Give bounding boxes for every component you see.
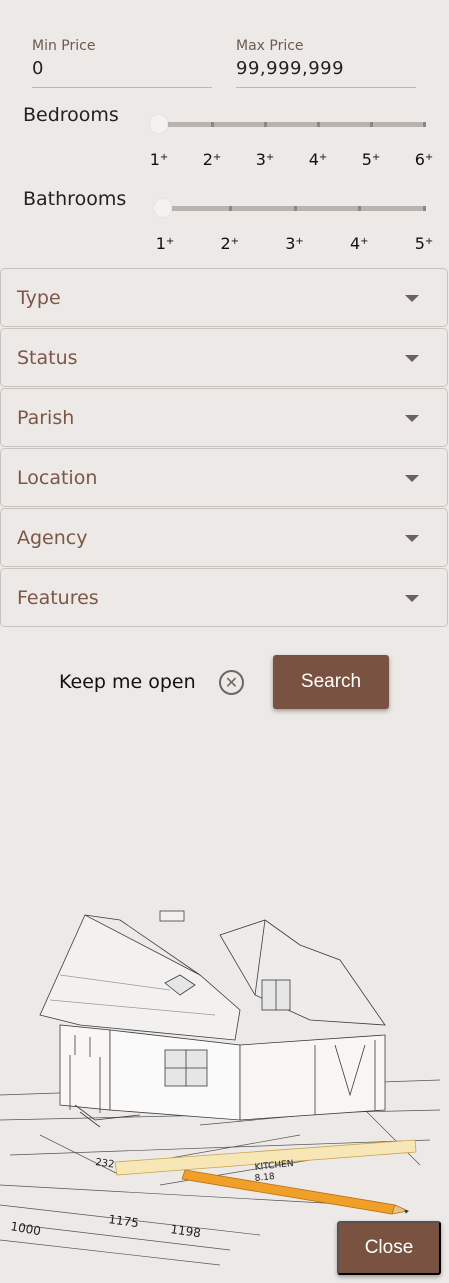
chevron-down-icon: [405, 475, 419, 482]
filter-dropdown-location[interactable]: Location: [0, 448, 448, 507]
chevron-down-icon: [405, 535, 419, 542]
filter-dropdown-label: Parish: [17, 407, 75, 429]
filter-dropdown-type[interactable]: Type: [0, 268, 448, 327]
filter-dropdown-agency[interactable]: Agency: [0, 508, 448, 567]
slider-option-label[interactable]: 5+: [415, 234, 434, 253]
slider-tick: [423, 206, 426, 211]
filter-dropdown-label: Location: [17, 467, 98, 489]
slider-option-plus: +: [265, 152, 275, 163]
filter-dropdown-status[interactable]: Status: [0, 328, 448, 387]
search-button[interactable]: Search: [273, 655, 389, 709]
slider-option-label[interactable]: 2+: [203, 150, 222, 169]
slider-option-number: 6: [414, 150, 425, 169]
slider-tick: [317, 122, 320, 127]
slider-tick: [264, 122, 267, 127]
bedrooms-slider-track[interactable]: [159, 122, 426, 127]
bedrooms-title: Bedrooms: [23, 104, 119, 126]
slider-option-label[interactable]: 6+: [415, 150, 434, 169]
bathrooms-title: Bathrooms: [23, 188, 127, 210]
slider-option-label[interactable]: 2+: [220, 234, 239, 253]
slider-option-plus: +: [371, 152, 381, 163]
plan-label-232: 232: [95, 1157, 115, 1171]
slider-option-plus: +: [424, 236, 434, 247]
slider-option-label[interactable]: 3+: [285, 234, 304, 253]
chevron-down-icon: [405, 415, 419, 422]
pencil-drawing: [181, 1169, 410, 1215]
slider-tick: [370, 122, 373, 127]
slider-option-number: 5: [414, 234, 425, 253]
filter-dropdown-label: Status: [17, 347, 78, 369]
chevron-down-icon: [405, 355, 419, 362]
slider-tick: [211, 122, 214, 127]
slider-tick: [228, 206, 232, 211]
house-drawing: [39, 910, 386, 1128]
filter-dropdown-label: Agency: [17, 527, 88, 549]
chevron-down-icon: [405, 595, 419, 602]
slider-option-plus: +: [159, 152, 169, 163]
slider-tick: [358, 206, 362, 211]
slider-option-label[interactable]: 1+: [150, 150, 169, 169]
slider-option-plus: +: [230, 236, 240, 247]
min-price-value[interactable]: 0: [32, 58, 212, 79]
slider-option-number: 5: [361, 150, 372, 169]
bathrooms-slider-block: Bathrooms 1+ 2+ 3+ 4+ 5+: [0, 184, 449, 264]
close-button[interactable]: Close: [337, 1221, 441, 1275]
min-price-label: Min Price: [32, 38, 96, 54]
max-price-field[interactable]: Max Price 99,999,999: [236, 36, 416, 88]
slider-option-label[interactable]: 3+: [256, 150, 275, 169]
bedrooms-slider-block: Bedrooms 1+ 2+ 3+ 4+ 5+ 6+: [0, 100, 449, 180]
filter-dropdown-features[interactable]: Features: [0, 568, 448, 627]
plan-label-1000: 1000: [9, 1219, 42, 1238]
slider-option-label[interactable]: 4+: [309, 150, 328, 169]
plan-label-1198: 1198: [170, 1222, 202, 1240]
filter-dropdown-parish[interactable]: Parish: [0, 388, 448, 447]
slider-option-plus: +: [295, 236, 304, 247]
slider-tick: [293, 206, 297, 211]
slider-option-plus: +: [212, 152, 222, 163]
slider-option-number: 2: [202, 150, 213, 169]
slider-option-number: 3: [285, 234, 296, 253]
max-price-value[interactable]: 99,999,999: [236, 58, 416, 79]
slider-option-label[interactable]: 1+: [156, 234, 175, 253]
bathrooms-slider-thumb[interactable]: [154, 199, 172, 217]
slider-tick: [423, 122, 426, 127]
slider-option-number: 1: [155, 234, 166, 253]
plan-label-818: 8.18: [254, 1172, 275, 1184]
slider-option-plus: +: [424, 152, 434, 163]
slider-option-number: 4: [349, 234, 361, 253]
close-circle-icon[interactable]: ✕: [219, 670, 244, 695]
slider-option-label[interactable]: 4+: [350, 234, 369, 253]
plan-label-1175: 1175: [108, 1212, 140, 1230]
slider-option-plus: +: [165, 236, 175, 247]
filter-dropdown-label: Features: [17, 587, 99, 609]
slider-option-number: 3: [255, 150, 266, 169]
bedrooms-slider-thumb[interactable]: [150, 115, 168, 133]
slider-option-number: 4: [308, 150, 319, 169]
max-price-label: Max Price: [236, 38, 304, 54]
bathrooms-slider-track[interactable]: [165, 206, 426, 211]
slider-option-plus: +: [360, 236, 369, 247]
min-price-field[interactable]: Min Price 0: [32, 36, 212, 88]
keep-open-label: Keep me open: [59, 671, 196, 693]
slider-option-number: 1: [149, 150, 160, 169]
slider-option-plus: +: [318, 152, 328, 163]
chevron-down-icon: [405, 295, 419, 302]
slider-option-number: 2: [220, 234, 231, 253]
slider-option-label[interactable]: 5+: [362, 150, 381, 169]
price-range: Min Price 0 Max Price 99,999,999: [32, 36, 416, 90]
filter-dropdown-label: Type: [17, 287, 61, 309]
